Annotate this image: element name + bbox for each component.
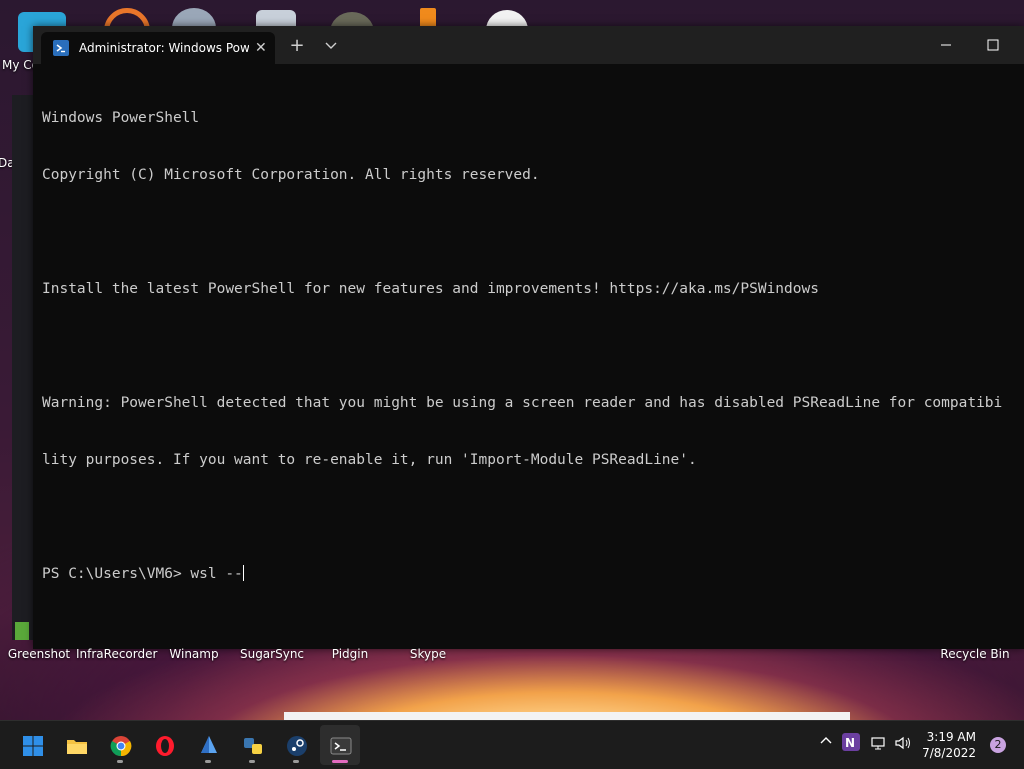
console-line: lity purposes. If you want to re-enable …: [42, 452, 697, 468]
folder-icon: [67, 740, 87, 754]
powershell-icon: [53, 40, 69, 56]
file-explorer-button[interactable]: [56, 725, 96, 765]
steam-button[interactable]: [276, 725, 316, 765]
greenshot-icon[interactable]: [15, 622, 29, 640]
app-button[interactable]: [188, 725, 228, 765]
start-button[interactable]: [12, 725, 52, 765]
terminal-button[interactable]: [320, 725, 360, 765]
python-app-button[interactable]: [232, 725, 272, 765]
desktop-label-winamp[interactable]: Winamp: [154, 647, 234, 661]
running-indicator: [249, 760, 255, 763]
new-tab-button[interactable]: +: [284, 34, 310, 58]
desktop-label-pidgin[interactable]: Pidgin: [310, 647, 390, 661]
active-indicator: [332, 760, 348, 763]
desktop-label-recycle-bin[interactable]: Recycle Bin: [935, 647, 1015, 661]
text-cursor: [242, 565, 244, 581]
sail-app-icon: [201, 736, 217, 753]
console-line: Copyright (C) Microsoft Corporation. All…: [42, 167, 540, 183]
notification-badge[interactable]: 2: [990, 737, 1006, 753]
maximize-button[interactable]: [970, 30, 1016, 60]
desktop-label-infrarecorder[interactable]: InfraRecorder: [76, 647, 157, 661]
clock-date: 7/8/2022: [922, 746, 976, 760]
terminal-icon: [330, 737, 352, 755]
dropdown-chevron-icon[interactable]: [318, 34, 344, 58]
floating-bar: [284, 712, 850, 720]
steam-icon: [287, 736, 307, 756]
taskbar: N 3:19 AM 7/8/2022 2: [0, 720, 1024, 769]
chrome-button[interactable]: [100, 725, 140, 765]
tab-title: Administrator: Windows PowerS: [79, 41, 249, 55]
console-line: Windows PowerShell: [42, 110, 200, 126]
windows-logo-icon: [23, 736, 43, 756]
python-icon: [244, 738, 262, 754]
background-window-strip: [12, 95, 34, 640]
tab-powershell[interactable]: Administrator: Windows PowerS ✕: [41, 32, 275, 64]
terminal-window[interactable]: Administrator: Windows PowerS ✕ + Window…: [33, 26, 1024, 649]
console-line: Install the latest PowerShell for new fe…: [42, 281, 819, 297]
chevron-up-icon[interactable]: [820, 735, 832, 751]
close-tab-icon[interactable]: ✕: [255, 40, 267, 56]
network-icon[interactable]: [870, 735, 886, 755]
terminal-titlebar[interactable]: Administrator: Windows PowerS ✕ +: [33, 26, 1024, 64]
running-indicator: [117, 760, 123, 763]
running-indicator: [293, 760, 299, 763]
console-line: Warning: PowerShell detected that you mi…: [42, 395, 1003, 411]
opera-button[interactable]: [144, 725, 184, 765]
prompt-line[interactable]: PS C:\Users\VM6> wsl --: [42, 565, 1024, 584]
desktop-label-greenshot[interactable]: Greenshot: [0, 647, 79, 661]
nvda-icon[interactable]: N: [842, 733, 860, 755]
volume-icon[interactable]: [894, 735, 912, 755]
clock[interactable]: 3:19 AM 7/8/2022: [922, 729, 976, 761]
console-output[interactable]: Windows PowerShell Copyright (C) Microso…: [42, 71, 1024, 649]
desktop-label-skype[interactable]: Skype: [388, 647, 468, 661]
svg-text:N: N: [845, 736, 855, 750]
desktop-label-sugarsync[interactable]: SugarSync: [232, 647, 312, 661]
running-indicator: [205, 760, 211, 763]
opera-icon: [156, 736, 174, 756]
minimize-button[interactable]: [923, 30, 969, 60]
chrome-icon: [110, 736, 132, 757]
clock-time: 3:19 AM: [926, 730, 976, 744]
prompt-text: PS C:\Users\VM6> wsl --: [42, 566, 243, 582]
